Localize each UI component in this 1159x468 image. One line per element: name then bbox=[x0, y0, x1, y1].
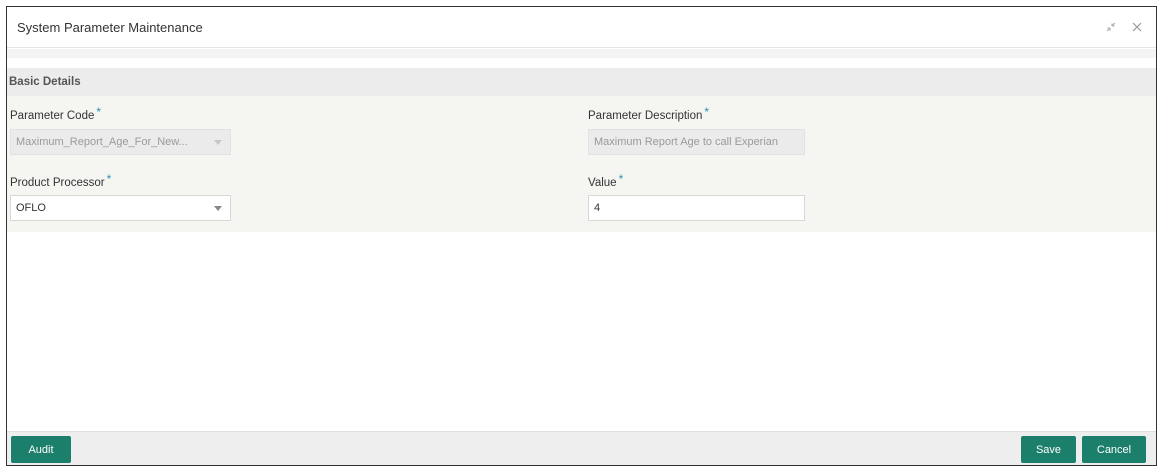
required-marker: * bbox=[106, 172, 112, 186]
title-bar: System Parameter Maintenance bbox=[7, 7, 1156, 48]
system-parameter-window: System Parameter Maintenance Basic Detai… bbox=[6, 6, 1157, 466]
section-title: Basic Details bbox=[9, 76, 81, 88]
close-icon[interactable] bbox=[1130, 20, 1144, 34]
footer-bar: Audit Save Cancel bbox=[7, 431, 1156, 465]
basic-details-form: Parameter Code * Maximum_Report_Age_For_N… bbox=[7, 96, 1156, 232]
value-label: Value bbox=[588, 177, 617, 189]
cancel-button[interactable]: Cancel bbox=[1082, 436, 1146, 463]
chevron-down-icon bbox=[214, 140, 222, 145]
save-button[interactable]: Save bbox=[1021, 436, 1076, 463]
required-marker: * bbox=[618, 172, 624, 186]
minimize-restore-icon[interactable] bbox=[1104, 20, 1118, 34]
header-separator bbox=[7, 49, 1156, 58]
product-processor-value: OFLO bbox=[16, 202, 46, 214]
required-marker: * bbox=[96, 105, 102, 119]
audit-button[interactable]: Audit bbox=[11, 436, 71, 463]
product-processor-label-row: Product Processor * bbox=[10, 172, 112, 191]
chevron-down-icon bbox=[214, 206, 222, 211]
value-label-row: Value * bbox=[588, 172, 624, 191]
required-marker: * bbox=[704, 105, 710, 119]
parameter-code-label: Parameter Code bbox=[10, 110, 95, 122]
parameter-description-value: Maximum Report Age to call Experian bbox=[594, 136, 779, 148]
window-controls bbox=[1104, 20, 1144, 34]
parameter-description-field[interactable]: Maximum Report Age to call Experian bbox=[588, 129, 805, 155]
parameter-code-value: Maximum_Report_Age_For_New... bbox=[16, 136, 188, 148]
parameter-description-label: Parameter Description bbox=[588, 110, 703, 122]
window-title: System Parameter Maintenance bbox=[17, 19, 203, 35]
product-processor-select[interactable]: OFLO bbox=[10, 195, 231, 221]
parameter-code-select[interactable]: Maximum_Report_Age_For_New... bbox=[10, 129, 231, 155]
value-input-value: 4 bbox=[594, 202, 601, 214]
value-input[interactable]: 4 bbox=[588, 195, 805, 221]
product-processor-label: Product Processor bbox=[10, 177, 105, 189]
parameter-description-label-row: Parameter Description * bbox=[588, 105, 710, 124]
section-header: Basic Details bbox=[7, 68, 1156, 96]
parameter-code-label-row: Parameter Code * bbox=[10, 105, 102, 124]
